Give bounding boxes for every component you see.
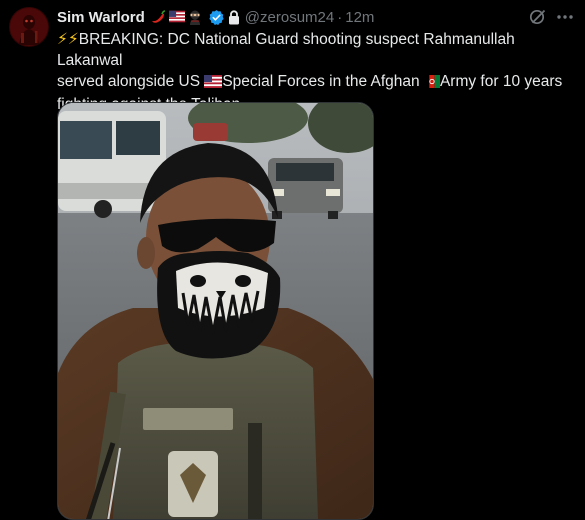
separator-dot: ·: [337, 8, 343, 26]
lock-icon: [228, 9, 240, 25]
author-handle[interactable]: @zerosum24: [245, 9, 334, 26]
author-emojis: [150, 10, 204, 25]
us-flag-emoji: [168, 10, 185, 24]
post-text-line2b: Special Forces in the Afghan: [222, 73, 424, 90]
post-text-line2a: served alongside US: [57, 73, 205, 90]
post-text-line2c: Army for 10 years: [439, 73, 563, 90]
afghanistan-flag-emoji: [423, 73, 440, 94]
post: Sim Warlord @zerosum24 · 12m ⚡⚡BREAKING:…: [0, 0, 585, 520]
post-header: Sim Warlord @zerosum24 · 12m: [57, 7, 374, 27]
author-name[interactable]: Sim Warlord: [57, 9, 145, 26]
lightning-emojis: ⚡⚡: [57, 31, 79, 48]
grok-icon[interactable]: [529, 8, 547, 26]
chili-pepper-emoji: [150, 10, 166, 24]
author-avatar[interactable]: [9, 7, 49, 47]
ninja-emoji: [188, 10, 204, 25]
post-timestamp[interactable]: 12m: [345, 9, 374, 26]
post-text-line1: BREAKING: DC National Guard shooting sus…: [57, 31, 515, 69]
us-flag-emoji: [204, 73, 223, 94]
more-options-icon[interactable]: [555, 8, 575, 26]
post-media-video[interactable]: [57, 102, 374, 520]
verified-badge-icon[interactable]: [208, 9, 225, 26]
